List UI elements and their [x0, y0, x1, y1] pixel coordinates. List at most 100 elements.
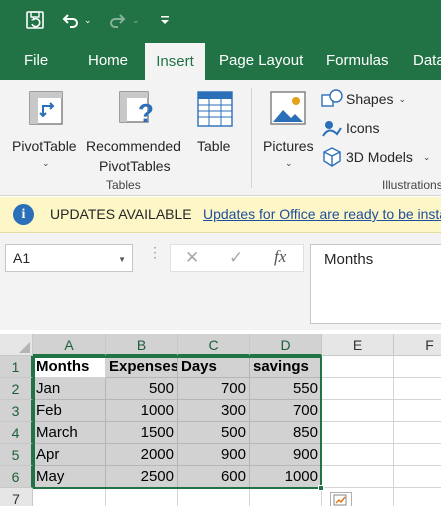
cell-d3[interactable]: 700 — [250, 400, 322, 422]
recommended-pivottables-label-line2: PivotTables — [99, 158, 171, 174]
row-header-4[interactable]: 4 — [0, 422, 33, 444]
cell-d5[interactable]: 900 — [250, 444, 322, 466]
undo-dropdown-icon[interactable]: ⌄ — [84, 15, 92, 26]
name-box-value: A1 — [13, 250, 31, 266]
pivottable-button[interactable]: PivotTable ⌄ — [8, 86, 84, 174]
cell-d1[interactable]: savings — [250, 356, 322, 378]
formula-input[interactable]: Months — [310, 244, 441, 324]
row-header-5[interactable]: 5 — [0, 444, 33, 466]
tab-page-layout[interactable]: Page Layout — [219, 40, 303, 80]
cell-a5[interactable]: Apr — [33, 444, 106, 466]
row-header-7[interactable]: 7 — [0, 488, 33, 506]
message-bar-title: UPDATES AVAILABLE — [50, 206, 192, 222]
tab-home[interactable]: Home — [88, 40, 128, 80]
cell-f2[interactable] — [394, 378, 441, 400]
column-header-a[interactable]: A — [33, 334, 106, 356]
cell-f7[interactable] — [394, 488, 441, 506]
cell-b3[interactable]: 1000 — [106, 400, 178, 422]
name-box-dropdown-icon[interactable]: ▼ — [118, 255, 126, 264]
undo-button[interactable]: ⌄ — [60, 8, 92, 32]
pivottable-label: PivotTable — [12, 138, 77, 154]
quick-analysis-icon — [333, 494, 347, 506]
cell-d7[interactable] — [250, 488, 322, 506]
3d-models-button[interactable]: 3D Models ⌄ — [321, 146, 430, 168]
svg-text:?: ? — [138, 98, 154, 128]
cancel-entry-icon[interactable]: ✕ — [185, 248, 199, 268]
illustrations-group-label: Illustrations — [382, 178, 441, 192]
cell-e6[interactable] — [322, 466, 394, 488]
cell-c3[interactable]: 300 — [178, 400, 250, 422]
tab-insert[interactable]: Insert — [145, 43, 205, 80]
cell-a4[interactable]: March — [33, 422, 106, 444]
tab-data[interactable]: Data — [413, 40, 441, 80]
table-button[interactable]: Table — [192, 86, 238, 174]
row-header-1[interactable]: 1 — [0, 356, 33, 378]
cell-f3[interactable] — [394, 400, 441, 422]
confirm-entry-icon[interactable]: ✓ — [229, 248, 243, 268]
cell-b1[interactable]: Expenses — [106, 356, 178, 378]
cell-a7[interactable] — [33, 488, 106, 506]
cell-d2[interactable]: 550 — [250, 378, 322, 400]
cell-f6[interactable] — [394, 466, 441, 488]
row-header-2[interactable]: 2 — [0, 378, 33, 400]
cell-a6[interactable]: May — [33, 466, 106, 488]
cell-e5[interactable] — [322, 444, 394, 466]
customize-qat-icon[interactable] — [160, 8, 170, 32]
cell-c7[interactable] — [178, 488, 250, 506]
cell-c6[interactable]: 600 — [178, 466, 250, 488]
cell-d4[interactable]: 850 — [250, 422, 322, 444]
cell-f1[interactable] — [394, 356, 441, 378]
recommended-pivottables-button[interactable]: ? Recommended PivotTables — [84, 86, 188, 174]
cell-b6[interactable]: 2500 — [106, 466, 178, 488]
cell-a2[interactable]: Jan — [33, 378, 106, 400]
update-message-bar: i UPDATES AVAILABLE Updates for Office a… — [0, 197, 441, 233]
shapes-button[interactable]: Shapes ⌄ — [321, 88, 406, 110]
cell-d6[interactable]: 1000 — [250, 466, 322, 488]
3d-models-dropdown-icon: ⌄ — [422, 151, 431, 162]
select-all-button[interactable] — [0, 334, 33, 356]
cell-a1[interactable]: Months — [33, 356, 106, 378]
pivottable-dropdown-icon: ⌄ — [42, 158, 50, 168]
cell-e1[interactable] — [322, 356, 394, 378]
quick-analysis-button[interactable] — [330, 492, 352, 506]
recommended-pivottables-label-line1: Recommended — [86, 138, 181, 154]
cell-f4[interactable] — [394, 422, 441, 444]
pictures-button[interactable]: Pictures ⌄ — [259, 86, 319, 174]
column-header-d[interactable]: D — [250, 334, 322, 356]
icons-button[interactable]: Icons — [321, 117, 379, 139]
insert-function-icon[interactable]: fx — [274, 247, 286, 267]
shapes-label: Shapes — [346, 91, 394, 107]
cell-f5[interactable] — [394, 444, 441, 466]
updates-link[interactable]: Updates for Office are ready to be insta… — [203, 206, 441, 222]
cell-b4[interactable]: 1500 — [106, 422, 178, 444]
row-header-3[interactable]: 3 — [0, 400, 33, 422]
ribbon-tabs: File Home Insert Page Layout Formulas Da… — [0, 40, 441, 80]
cell-c5[interactable]: 900 — [178, 444, 250, 466]
cell-c1[interactable]: Days — [178, 356, 250, 378]
tab-formulas[interactable]: Formulas — [326, 40, 389, 80]
pictures-label: Pictures — [263, 138, 314, 154]
cell-c2[interactable]: 700 — [178, 378, 250, 400]
column-header-b[interactable]: B — [106, 334, 178, 356]
cell-b7[interactable] — [106, 488, 178, 506]
tab-file[interactable]: File — [24, 40, 48, 80]
autosave-icon[interactable] — [24, 8, 46, 32]
cell-c4[interactable]: 500 — [178, 422, 250, 444]
cell-b5[interactable]: 2000 — [106, 444, 178, 466]
shapes-icon — [321, 89, 343, 107]
cell-b2[interactable]: 500 — [106, 378, 178, 400]
cell-e2[interactable] — [322, 378, 394, 400]
name-box[interactable]: A1 ▼ — [5, 244, 133, 272]
redo-button[interactable]: ⌄ — [108, 8, 140, 32]
column-header-e[interactable]: E — [322, 334, 394, 356]
cell-a3[interactable]: Feb — [33, 400, 106, 422]
row-header-6[interactable]: 6 — [0, 466, 33, 488]
cell-e3[interactable] — [322, 400, 394, 422]
column-header-c[interactable]: C — [178, 334, 250, 356]
column-header-f[interactable]: F — [394, 334, 441, 356]
fill-handle[interactable] — [318, 485, 324, 491]
redo-dropdown-icon[interactable]: ⌄ — [132, 15, 140, 26]
table-label: Table — [197, 138, 231, 154]
cell-e4[interactable] — [322, 422, 394, 444]
formula-bar-grip-icon[interactable]: ⋮ — [148, 245, 162, 259]
